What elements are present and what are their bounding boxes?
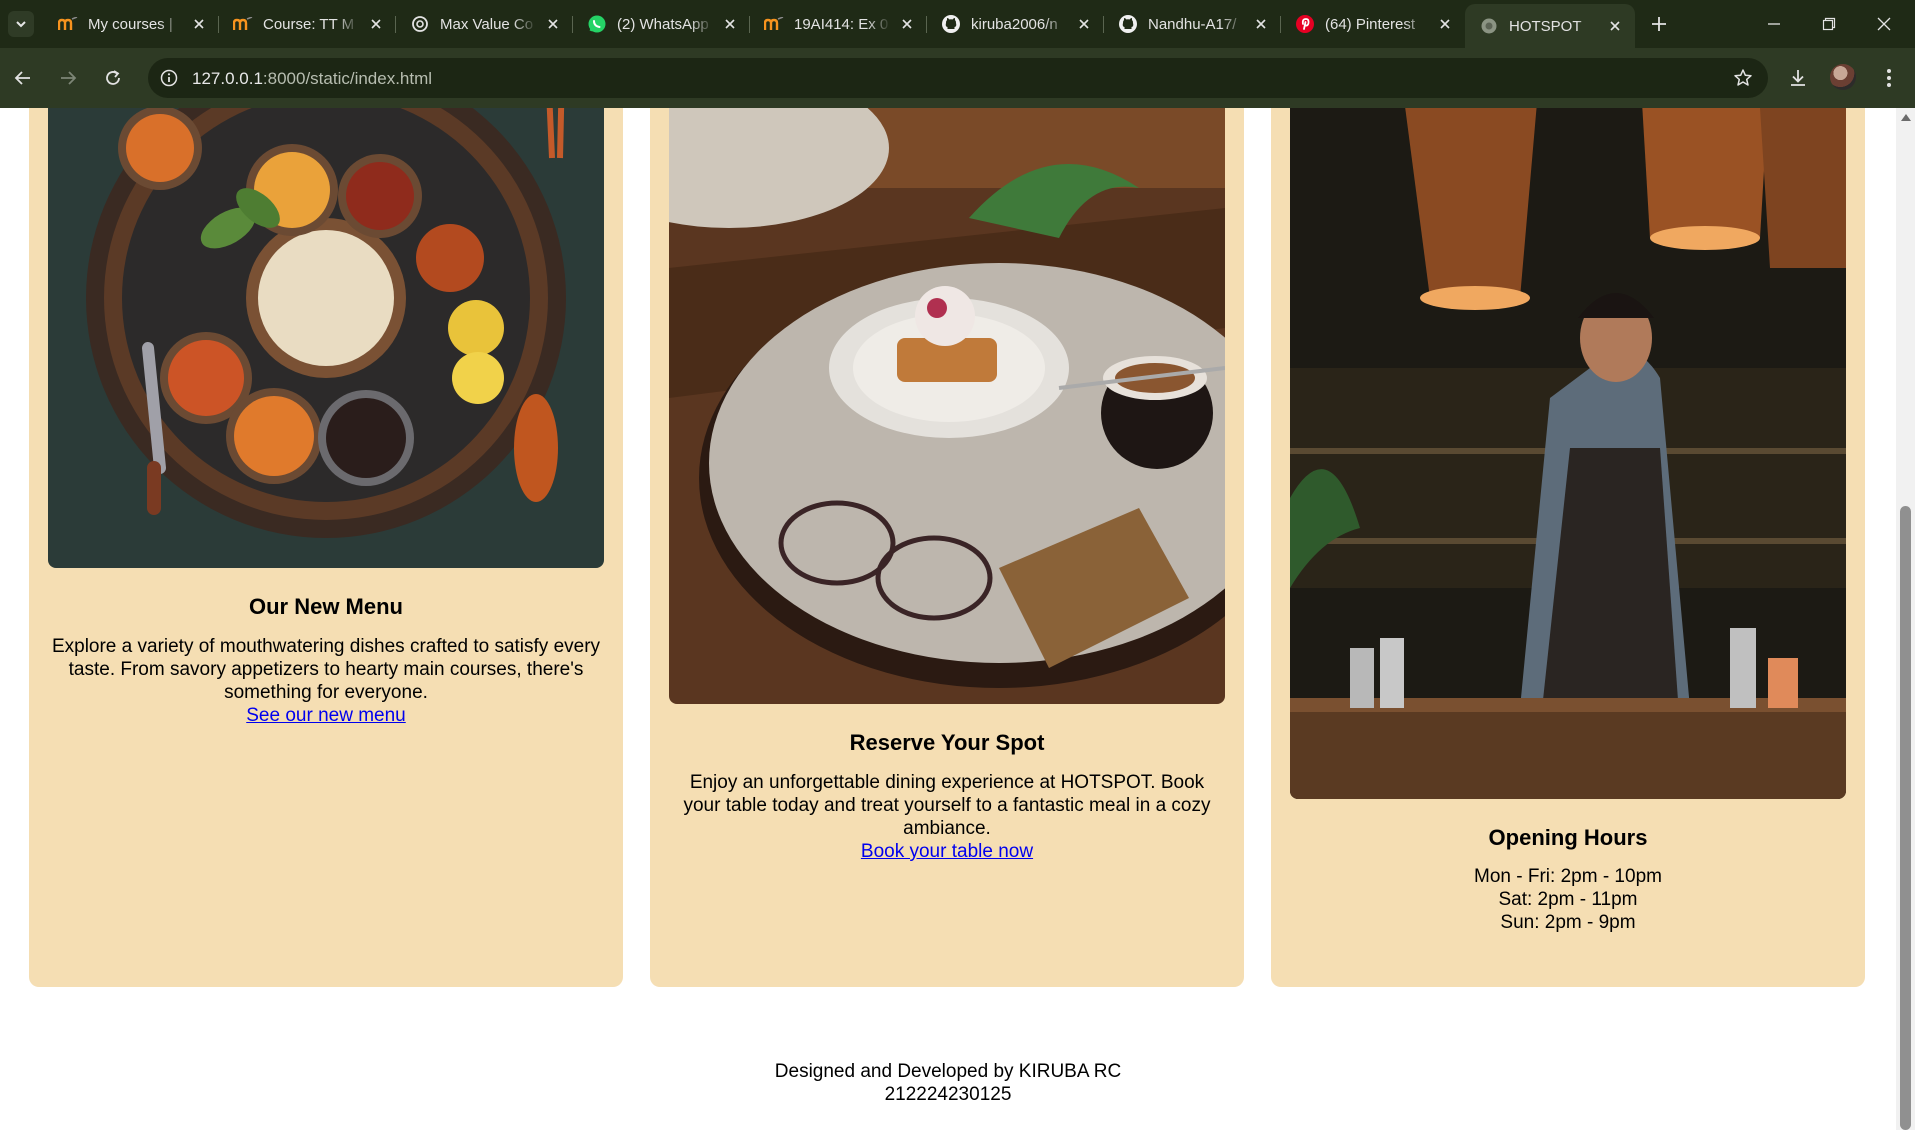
more-vertical-icon xyxy=(1887,69,1891,87)
tab-title: Nandhu-A17/ xyxy=(1148,15,1237,33)
tab-title: 19AI414: Ex 0 xyxy=(794,15,889,33)
tab-title: HOTSPOT xyxy=(1509,17,1582,35)
footer-id: 212224230125 xyxy=(884,1084,1012,1105)
minimize-button[interactable] xyxy=(1760,10,1788,38)
scrollbar-thumb[interactable] xyxy=(1900,506,1911,1130)
book-table-link[interactable]: Book your table now xyxy=(650,841,1244,863)
close-icon[interactable] xyxy=(1074,14,1094,34)
footer: Designed and Developed by KIRUBA RC 2122… xyxy=(0,1060,1896,1106)
tab-max-value[interactable]: Max Value Co xyxy=(396,7,573,41)
tab-whatsapp[interactable]: (2) WhatsApp xyxy=(573,7,750,41)
tab-title: My courses | xyxy=(88,15,173,33)
download-icon xyxy=(1791,70,1805,86)
url-host: 127.0.0.1 xyxy=(192,69,263,88)
openai-icon xyxy=(410,14,430,34)
chevron-down-icon xyxy=(16,21,26,28)
moodle-icon xyxy=(233,14,253,34)
card-title: Opening Hours xyxy=(1488,825,1648,850)
browser-menu-button[interactable] xyxy=(1875,64,1903,92)
card-description: Enjoy an unforgettable dining experience… xyxy=(683,772,1211,839)
new-tab-button[interactable] xyxy=(1647,12,1671,36)
whatsapp-icon xyxy=(587,14,607,34)
url-path: :8000/static/index.html xyxy=(262,69,433,88)
github-icon xyxy=(1118,14,1138,34)
card-description: Explore a variety of mouthwatering dishe… xyxy=(51,636,601,703)
bartender-photo xyxy=(1290,108,1846,799)
card-title: Reserve Your Spot xyxy=(849,730,1045,755)
github-icon xyxy=(941,14,961,34)
address-bar[interactable]: 127.0.0.1:8000/static/index.html xyxy=(148,58,1768,98)
page-viewport: Our New Menu Explore a variety of mouthw… xyxy=(0,108,1896,1130)
tab-title: Course: TT M xyxy=(263,15,355,33)
tab-pinterest[interactable]: (64) Pinterest xyxy=(1281,7,1465,41)
info-icon[interactable] xyxy=(158,67,180,89)
reserve-card: Reserve Your Spot Enjoy an unforgettable… xyxy=(650,108,1244,987)
moodle-icon xyxy=(764,14,784,34)
hours-saturday: Sat: 2pm - 11pm xyxy=(1498,889,1638,910)
close-icon[interactable] xyxy=(1605,16,1625,36)
moodle-icon xyxy=(58,14,78,34)
footer-credit: Designed and Developed by KIRUBA RC xyxy=(774,1061,1122,1082)
browser-toolbar: 127.0.0.1:8000/static/index.html xyxy=(0,48,1915,108)
tab-title: (64) Pinterest xyxy=(1325,15,1416,33)
bookmark-star-icon[interactable] xyxy=(1732,67,1754,89)
forward-button[interactable] xyxy=(54,64,82,92)
hours-sunday: Sun: 2pm - 9pm xyxy=(1500,912,1636,933)
scroll-up-arrow-icon[interactable] xyxy=(1901,114,1911,121)
plus-icon xyxy=(1652,17,1666,31)
tab-title: (2) WhatsApp xyxy=(617,15,709,33)
globe-icon xyxy=(1479,16,1499,36)
downloads-button[interactable] xyxy=(1784,64,1812,92)
scrollbar[interactable] xyxy=(1896,108,1915,1130)
tab-github-kiruba[interactable]: kiruba2006/n xyxy=(927,7,1104,41)
tab-my-courses[interactable]: My courses | xyxy=(44,7,219,41)
tab-strip: My courses | Course: TT M Max Value Co (… xyxy=(0,0,1915,48)
url-text: 127.0.0.1:8000/static/index.html xyxy=(192,69,432,89)
tab-course-tt[interactable]: Course: TT M xyxy=(219,7,396,41)
arrow-right-icon xyxy=(61,71,77,85)
profile-avatar[interactable] xyxy=(1830,64,1856,90)
cafe-table-photo xyxy=(669,108,1225,704)
tab-github-nandhu[interactable]: Nandhu-A17/ xyxy=(1104,7,1281,41)
close-icon[interactable] xyxy=(720,14,740,34)
restore-button[interactable] xyxy=(1815,10,1843,38)
window-close-button[interactable] xyxy=(1870,10,1898,38)
tab-title: kiruba2006/n xyxy=(971,15,1058,33)
see-menu-link[interactable]: See our new menu xyxy=(29,705,623,727)
close-icon[interactable] xyxy=(366,14,386,34)
tab-search-button[interactable] xyxy=(8,11,34,37)
thali-illustration xyxy=(48,108,604,568)
close-icon[interactable] xyxy=(189,14,209,34)
close-icon[interactable] xyxy=(897,14,917,34)
tab-title: Max Value Co xyxy=(440,15,534,33)
pinterest-icon xyxy=(1295,14,1315,34)
close-icon[interactable] xyxy=(543,14,563,34)
minimize-icon xyxy=(1768,23,1780,25)
close-icon[interactable] xyxy=(1251,14,1271,34)
hours-card: Opening Hours Mon - Fri: 2pm - 10pm Sat:… xyxy=(1271,108,1865,987)
reload-button[interactable] xyxy=(99,64,127,92)
card-title: Our New Menu xyxy=(248,594,403,619)
close-icon[interactable] xyxy=(1435,14,1455,34)
menu-card: Our New Menu Explore a variety of mouthw… xyxy=(29,108,623,987)
close-icon xyxy=(1877,17,1891,31)
arrow-left-icon xyxy=(14,71,30,85)
restore-icon xyxy=(1822,17,1836,31)
back-button[interactable] xyxy=(9,64,37,92)
tab-hotspot[interactable]: HOTSPOT xyxy=(1465,4,1635,48)
reload-icon xyxy=(106,70,120,85)
tab-19ai414[interactable]: 19AI414: Ex 0 xyxy=(750,7,927,41)
hours-weekday: Mon - Fri: 2pm - 10pm xyxy=(1474,866,1662,887)
